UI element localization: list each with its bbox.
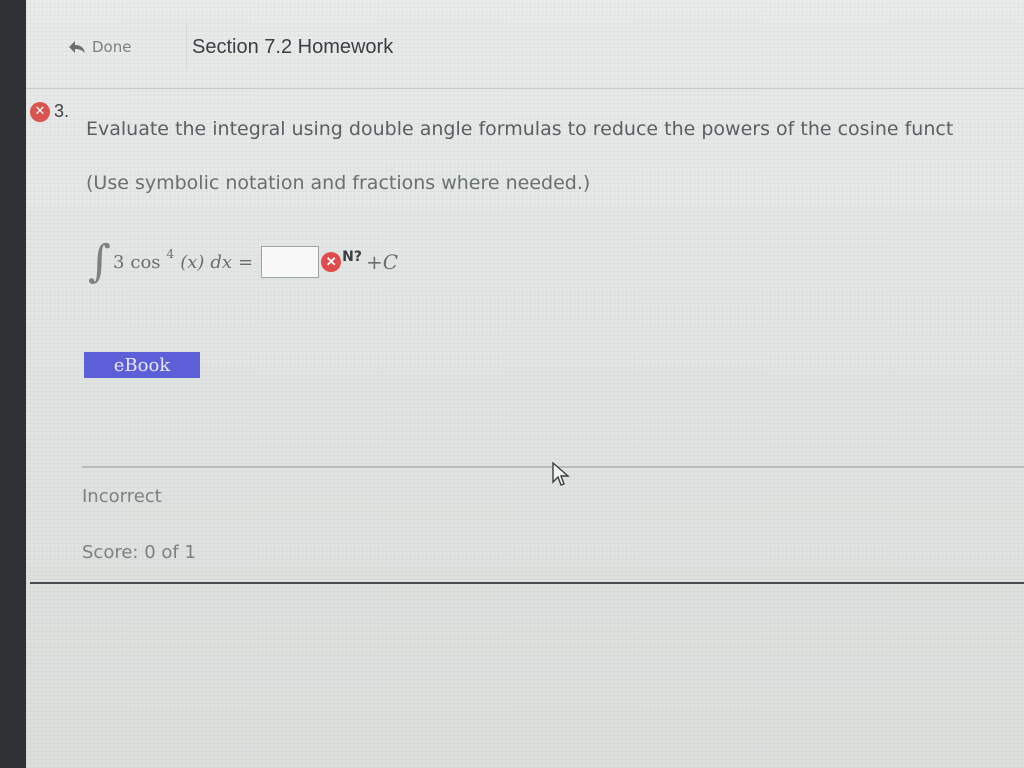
- screen-texture: [26, 0, 1024, 768]
- differential: dx: [210, 251, 233, 273]
- done-label: Done: [92, 38, 132, 56]
- score-text: Score: 0 of 1: [82, 542, 196, 563]
- answer-input[interactable]: [261, 246, 320, 278]
- constant-of-integration: +C: [366, 250, 399, 274]
- app-screen: Done Section 7.2 Homework ✕ 3. Evaluate …: [26, 0, 1024, 768]
- question-hint: (Use symbolic notation and fractions whe…: [86, 172, 591, 194]
- help-icon[interactable]: N?: [342, 249, 362, 265]
- back-arrow-icon: [69, 41, 85, 53]
- answer-status: ✕ N?: [321, 249, 362, 272]
- argument: (x): [180, 251, 205, 273]
- equals-sign: =: [238, 251, 254, 273]
- integral-symbol: ∫: [88, 236, 111, 287]
- question-number: 3.: [54, 101, 70, 121]
- integral-formula: ∫ 3 cos 4 (x) dx = ✕ N? +C: [88, 240, 398, 284]
- integrand: 3 cos 4 (x) dx =: [112, 247, 254, 273]
- mouse-cursor-icon: [552, 462, 570, 486]
- exponent: 4: [166, 246, 175, 261]
- function-name: cos: [130, 251, 161, 273]
- page-title: Section 7.2 Homework: [192, 36, 394, 58]
- done-link[interactable]: Done: [68, 38, 131, 56]
- header-divider: [186, 24, 187, 70]
- top-bar: Done Section 7.2 Homework: [26, 0, 1024, 89]
- result-status: Incorrect: [82, 486, 162, 507]
- question-prompt: Evaluate the integral using double angle…: [86, 118, 954, 140]
- question-number-block: ✕ 3.: [30, 101, 69, 122]
- ebook-button[interactable]: eBook: [84, 352, 200, 378]
- coefficient: 3: [112, 251, 125, 273]
- incorrect-x-icon: ✕: [30, 101, 50, 122]
- bottom-divider: [30, 582, 1024, 584]
- incorrect-x-icon: ✕: [321, 252, 342, 272]
